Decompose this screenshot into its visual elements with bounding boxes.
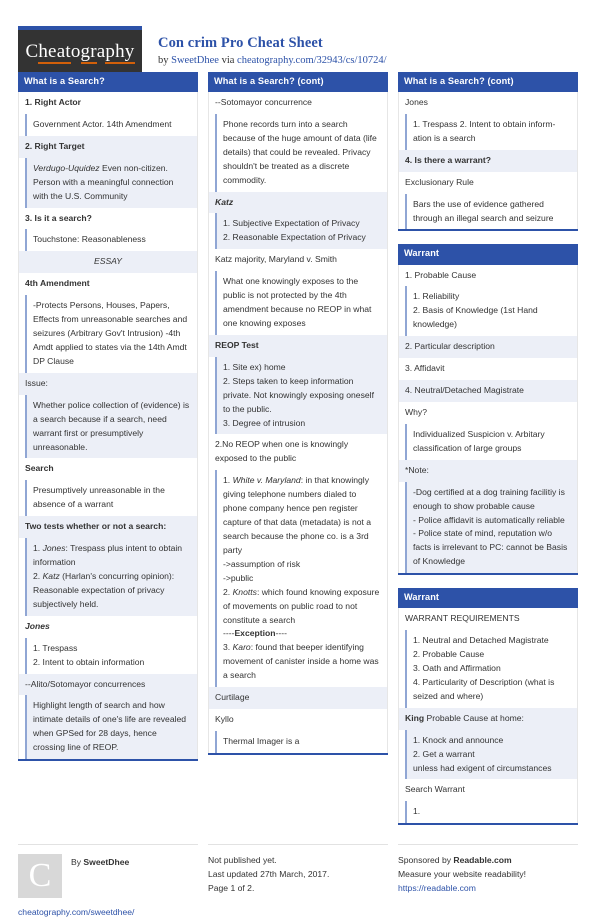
logo-wordmark: Cheatography (25, 40, 135, 64)
table-block: Warrant 1. Probable Cause 1. Reliability 2.… (398, 244, 578, 576)
page-byline: by SweetDhee via cheatography.com/32943/… (158, 53, 387, 69)
cheatography-logo[interactable]: Cheatography (18, 26, 142, 73)
footer-sponsor-section: Sponsored by Readable.com Measure your w… (398, 844, 578, 917)
table-row: 1. Trespass 2. Intent to obtain inform-a… (405, 113, 577, 150)
table-row: Jones (19, 615, 197, 638)
block-title: What is a Search? (cont) (398, 72, 578, 93)
block-title: Warrant (398, 244, 578, 265)
publish-status: Not published yet. (208, 855, 277, 866)
block-title: What is a Search? (18, 72, 198, 93)
table-row: Jones (399, 92, 577, 114)
last-updated: Last updated 27th March, 2017. (208, 869, 330, 880)
via-label: via (221, 55, 235, 67)
table-row: Verdugo-Uquidez Even non-citizen. Person… (25, 157, 197, 208)
table-row: 3. Is it a search? (19, 207, 197, 230)
column-1: What is a Search? 1. Right Actor Governmen… (18, 72, 198, 774)
table-row: Two tests whether or not a search: (19, 516, 197, 539)
cheatsheet-columns: What is a Search? 1. Right Actor Governmen… (18, 72, 582, 838)
header-titles: Con crim Pro Cheat Sheet by SweetDhee vi… (142, 26, 387, 69)
sponsor-label: Sponsored by (398, 855, 452, 866)
table-row: Thermal Imager is a (215, 730, 387, 753)
table-row: 1. (405, 801, 577, 824)
page-footer: C By SweetDhee cheatography.com/sweetdhe… (18, 844, 582, 917)
table-row: Highlight length of search and how intim… (25, 695, 197, 760)
table-row: 2.No REOP when one is knowingly exposed … (209, 434, 387, 471)
by-label: by (158, 55, 169, 67)
table-row: -Protects Persons, Houses, Papers, Effec… (25, 295, 197, 373)
table-row: Exclusionary Rule (399, 171, 577, 194)
table-row: Search Warrant (399, 779, 577, 802)
table-row: WARRANT REQUIREMENTS (399, 608, 577, 631)
table-row: 1. Jones: Trespass plus intent to obtain… (25, 538, 197, 616)
table-row: Whether police collection of (evidence) … (25, 394, 197, 459)
block-rows: --Sotomayor concurrence Phone records tur… (208, 92, 388, 753)
table-block: What is a Search? 1. Right Actor Governmen… (18, 72, 198, 762)
source-url-link[interactable]: cheatography.com/32943/cs/10724/ (237, 55, 387, 66)
table-row: 1. Reliability 2. Basis of Knowledge (1st… (405, 286, 577, 337)
table-row: Curtilage (209, 687, 387, 710)
footer-author-name: SweetDhee (83, 857, 130, 868)
table-row: Katz majority, Maryland v. Smith (209, 249, 387, 272)
table-row: Issue: (19, 372, 197, 395)
table-row: Kyllo (209, 709, 387, 731)
table-row: ESSAY (19, 251, 197, 274)
table-row: 2. Right Target (19, 135, 197, 158)
block-rows: Jones 1. Trespass 2. Intent to obtain inf… (398, 92, 578, 230)
table-row: --Alito/Sotomayor concurrences (19, 673, 197, 696)
table-row: -Dog certified at a dog training facilit… (405, 481, 577, 574)
table-row: Individualized Suspicion v. Arbitary cla… (405, 423, 577, 460)
table-row: 3. Affidavit (399, 358, 577, 381)
author-profile-link[interactable]: cheatography.com/sweetdhee/ (18, 907, 198, 917)
page-header: Cheatography Con crim Pro Cheat Sheet by… (18, 0, 582, 73)
table-row: 1. Probable Cause (399, 264, 577, 287)
table-row: Search (19, 458, 197, 481)
table-row: 1. Neutral and Detached Magistrate 2. Pro… (405, 630, 577, 708)
table-row: --Sotomayor concurrence (209, 92, 387, 114)
table-row: 1. Subjective Expectation of Privacy 2. R… (215, 213, 387, 250)
avatar: C (18, 854, 62, 899)
author-link[interactable]: SweetDhee (171, 55, 219, 66)
table-row: Katz (209, 191, 387, 214)
footer-author-section: C By SweetDhee cheatography.com/sweetdhe… (18, 844, 198, 917)
table-row: 2. Particular description (399, 336, 577, 359)
block-rows: 1. Right Actor Government Actor. 14th Ame… (18, 92, 198, 760)
table-row: Phone records turn into a search because… (215, 113, 387, 192)
table-row: 1. Right Actor (19, 92, 197, 114)
table-row: King Probable Cause at home: (399, 707, 577, 730)
sponsor-tagline: Measure your website readability! (398, 869, 527, 880)
block-title: What is a Search? (cont) (208, 72, 388, 93)
table-row: Government Actor. 14th Amendment (25, 113, 197, 136)
table-block: What is a Search? (cont) --Sotomayor conc… (208, 72, 388, 755)
sponsor-line: Sponsored by Readable.com (398, 854, 578, 868)
table-block: What is a Search? (cont) Jones 1. Trespass… (398, 72, 578, 232)
table-row: 1. Trespass 2. Intent to obtain informati… (25, 637, 197, 674)
page-title: Con crim Pro Cheat Sheet (158, 35, 323, 51)
block-rows: WARRANT REQUIREMENTS 1. Neutral and Detac… (398, 608, 578, 824)
table-row: REOP Test (209, 334, 387, 357)
cheatsheet-page: Cheatography Con crim Pro Cheat Sheet by… (0, 0, 600, 917)
table-block: Warrant WARRANT REQUIREMENTS 1. Neutral an… (398, 588, 578, 826)
page-number: Page 1 of 2. (208, 883, 255, 894)
sponsor-name: Readable.com (453, 855, 512, 866)
table-row: *Note: (399, 459, 577, 482)
table-row: 1. Knock and announce 2. Get a warrant unl… (405, 729, 577, 780)
footer-publish-section: Not published yet. Last updated 27th Mar… (208, 844, 388, 917)
column-2: What is a Search? (cont) --Sotomayor conc… (208, 72, 388, 768)
footer-by-label: By (71, 857, 82, 868)
block-rows: 1. Probable Cause 1. Reliability 2. Basis … (398, 264, 578, 574)
table-row: Presumptively unreasonable in the absenc… (25, 480, 197, 517)
table-row: 1. White v. Maryland: in that knowingly … (215, 470, 387, 688)
table-row: Touchstone: Reasonableness (25, 229, 197, 252)
table-row: 4. Is there a warrant? (399, 149, 577, 172)
block-title: Warrant (398, 588, 578, 609)
column-3: What is a Search? (cont) Jones 1. Trespass… (398, 72, 578, 838)
table-row: Why? (399, 401, 577, 424)
table-row: Bars the use of evidence gathered throug… (405, 193, 577, 230)
table-row: 4th Amendment (19, 273, 197, 296)
footer-author-meta: By SweetDhee (62, 854, 129, 898)
sponsor-url-link[interactable]: https://readable.com (398, 883, 476, 893)
table-row: What one knowingly exposes to the public… (215, 271, 387, 335)
table-row: 1. Site ex) home 2. Steps taken to keep i… (215, 356, 387, 435)
table-row: 4. Neutral/Detached Magistrate (399, 380, 577, 402)
